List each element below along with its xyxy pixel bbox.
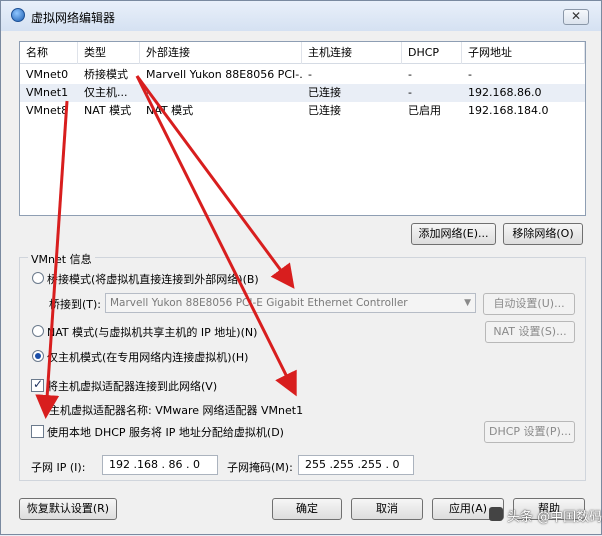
table-row[interactable]: VMnet0 桥接模式 Marvell Yukon 88E8056 PCI-..… <box>20 66 585 84</box>
chevron-down-icon: ▼ <box>464 298 471 308</box>
subnet-mask-input[interactable]: 255 .255 .255 . 0 <box>298 455 414 475</box>
header-external-connection[interactable]: 外部连接 <box>140 42 302 64</box>
header-type[interactable]: 类型 <box>78 42 140 64</box>
host-only-mode-label[interactable]: 仅主机模式(在专用网络内连接虚拟机)(H) <box>47 349 248 365</box>
header-host-connection[interactable]: 主机连接 <box>302 42 402 64</box>
restore-defaults-button[interactable]: 恢复默认设置(R) <box>19 498 117 520</box>
cell-name: VMnet1 <box>26 86 69 99</box>
cell-host: - <box>308 68 312 81</box>
cell-dhcp: - <box>408 86 412 99</box>
bridged-adapter-value: Marvell Yukon 88E8056 PCI-E Gigabit Ethe… <box>110 297 408 309</box>
network-globe-icon <box>11 8 25 22</box>
bridged-to-label: 桥接到(T): <box>49 298 102 311</box>
cell-type: 桥接模式 <box>84 68 128 81</box>
vmnet-info-label: VMnet 信息 <box>28 251 95 267</box>
table-row[interactable]: VMnet1 仅主机... - 已连接 - 192.168.86.0 <box>20 84 585 102</box>
dhcp-checkbox[interactable] <box>31 425 44 438</box>
dhcp-label[interactable]: 使用本地 DHCP 服务将 IP 地址分配给虚拟机(D) <box>47 424 284 440</box>
cell-external: Marvell Yukon 88E8056 PCI-... <box>146 68 302 81</box>
cancel-button[interactable]: 取消 <box>351 498 423 520</box>
cell-subnet: - <box>468 68 472 81</box>
subnet-mask-label: 子网掩码(M): <box>227 461 293 474</box>
host-only-mode-radio[interactable] <box>32 350 44 362</box>
cell-dhcp: 已启用 <box>408 104 441 117</box>
nat-mode-label[interactable]: NAT 模式(与虚拟机共享主机的 IP 地址)(N) <box>47 324 257 340</box>
header-dhcp[interactable]: DHCP <box>402 42 462 64</box>
adapter-name-label: 主机虚拟适配器名称: VMware 网络适配器 VMnet1 <box>49 404 304 417</box>
cell-name: VMnet0 <box>26 68 69 81</box>
title-bar: 虚拟网络编辑器 ✕ <box>1 1 601 31</box>
virtual-network-editor-window: 虚拟网络编辑器 ✕ 名称 类型 外部连接 主机连接 DHCP 子网地址 VMne… <box>0 0 602 535</box>
header-name[interactable]: 名称 <box>20 42 78 64</box>
watermark-logo-icon <box>489 507 503 521</box>
ok-button[interactable]: 确定 <box>272 498 342 520</box>
cell-type: NAT 模式 <box>84 104 132 117</box>
subnet-ip-label: 子网 IP (I): <box>31 461 86 474</box>
watermark-text: 头条 @中国数码 <box>507 510 602 525</box>
bridged-mode-radio[interactable] <box>32 272 44 284</box>
window-title: 虚拟网络编辑器 <box>31 11 116 25</box>
auto-settings-button[interactable]: 自动设置(U)... <box>483 293 575 315</box>
subnet-ip-input[interactable]: 192 .168 . 86 . 0 <box>102 455 218 475</box>
nat-mode-radio[interactable] <box>32 325 44 337</box>
vmnet-info-group <box>19 257 586 481</box>
cell-type: 仅主机... <box>84 86 128 99</box>
cell-host: 已连接 <box>308 86 341 99</box>
list-header: 名称 类型 外部连接 主机连接 DHCP 子网地址 <box>20 42 585 64</box>
checkmark-icon: ✓ <box>33 377 44 391</box>
cell-subnet: 192.168.184.0 <box>468 104 549 117</box>
connect-adapter-checkbox[interactable]: ✓ <box>31 377 44 392</box>
table-row[interactable]: VMnet8 NAT 模式 NAT 模式 已连接 已启用 192.168.184… <box>20 102 585 120</box>
cell-host: 已连接 <box>308 104 341 117</box>
bridged-mode-label[interactable]: 桥接模式(将虚拟机直接连接到外部网络)(B) <box>47 271 259 287</box>
nat-settings-button[interactable]: NAT 设置(S)... <box>485 321 575 343</box>
cell-external: NAT 模式 <box>146 104 194 117</box>
cell-subnet: 192.168.86.0 <box>468 86 542 99</box>
cell-dhcp: - <box>408 68 412 81</box>
dhcp-settings-button[interactable]: DHCP 设置(P)... <box>484 421 575 443</box>
header-subnet-address[interactable]: 子网地址 <box>462 42 585 64</box>
close-button[interactable]: ✕ <box>563 9 589 25</box>
add-network-button[interactable]: 添加网络(E)... <box>411 223 496 245</box>
cell-external: - <box>146 86 150 99</box>
cell-name: VMnet8 <box>26 104 69 117</box>
bridged-adapter-select[interactable]: Marvell Yukon 88E8056 PCI-E Gigabit Ethe… <box>105 293 476 313</box>
connect-adapter-label[interactable]: 将主机虚拟适配器连接到此网络(V) <box>47 378 217 394</box>
remove-network-button[interactable]: 移除网络(O) <box>503 223 583 245</box>
network-list[interactable]: 名称 类型 外部连接 主机连接 DHCP 子网地址 VMnet0 桥接模式 Ma… <box>19 41 586 216</box>
